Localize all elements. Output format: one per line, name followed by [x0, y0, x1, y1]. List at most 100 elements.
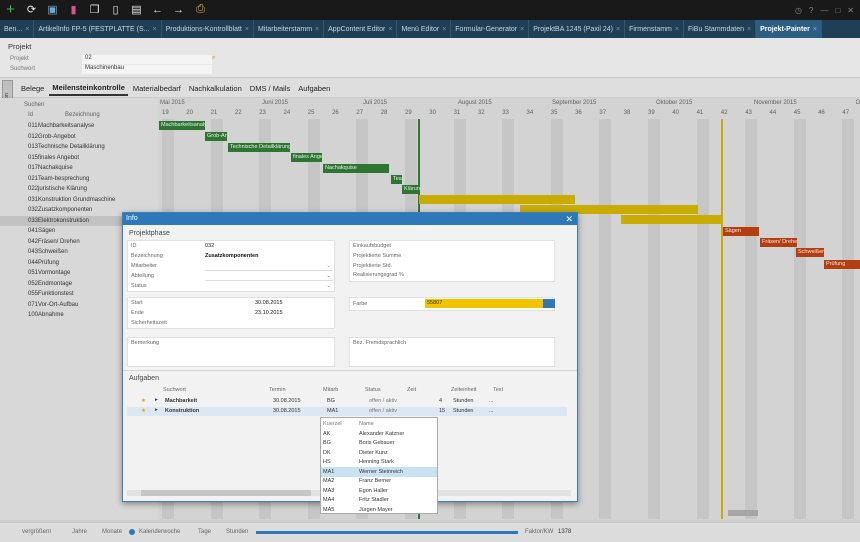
option-name: Jürgen Mayer — [359, 506, 393, 513]
dropdown-option[interactable]: HS Henning Stark — [321, 458, 437, 468]
close-icon[interactable]: ✕ — [565, 213, 573, 225]
col-employee[interactable]: Mitarb — [323, 387, 338, 393]
tab-close-icon[interactable]: × — [675, 26, 679, 33]
dropdown-option[interactable]: MA3 Egon Haller — [321, 486, 437, 496]
col-unit[interactable]: Zeiteinheit — [451, 387, 476, 393]
radio-calendar-week[interactable]: Kalenderwoche — [139, 529, 180, 535]
user-icon[interactable]: ◷ — [795, 6, 802, 15]
tab-label: Mitarbeiterstamm — [257, 25, 313, 33]
col-status[interactable]: Status — [365, 387, 381, 393]
color-picker-button[interactable] — [543, 299, 555, 308]
tab-close-icon[interactable]: × — [315, 26, 319, 33]
tab-item[interactable]: Produktions-Kontrollblatt × — [162, 20, 254, 38]
back-icon[interactable]: ← — [150, 2, 165, 17]
subtab-item[interactable]: Materialbedarf — [130, 82, 184, 95]
star-icon[interactable]: ★ — [141, 408, 146, 414]
subtab-item[interactable]: Meilensteinkontrolle — [49, 81, 128, 96]
star-icon[interactable]: ★ — [141, 398, 146, 404]
col-date[interactable]: Termin — [269, 387, 286, 393]
subtab-item[interactable]: Belege — [18, 82, 47, 95]
chevron-down-icon: ⌄ — [326, 273, 331, 279]
scrollbar-thumb[interactable] — [141, 490, 311, 496]
expand-icon[interactable]: ▸ — [155, 397, 158, 403]
tab-close-icon[interactable]: × — [245, 26, 249, 33]
print-icon[interactable]: ⎙ — [193, 2, 208, 17]
zoom-slider[interactable] — [256, 531, 518, 534]
add-icon[interactable]: + — [3, 1, 18, 18]
task-row[interactable]: ★ ▸ Konstruktion 30.08.2015 MA1 offen / aktiv… — [127, 407, 567, 416]
maximize-icon[interactable]: □ — [835, 6, 840, 15]
tab-close-icon[interactable]: × — [520, 26, 524, 33]
tab-item[interactable]: ProjektBA 1245 (Paxil 24) × — [529, 20, 626, 38]
tab-item[interactable]: Projekt-Painter × — [756, 20, 822, 38]
dropdown-option[interactable]: MA1 Werner Steinreich — [321, 467, 437, 477]
tab-close-icon[interactable]: × — [153, 26, 157, 33]
tab-item[interactable]: Menü Editor × — [397, 20, 452, 38]
tab-item[interactable]: Formular-Generator × — [451, 20, 530, 38]
dropdown-option[interactable]: AK Alexander Katzner — [321, 429, 437, 439]
search-field[interactable]: Maschinenbau — [82, 65, 212, 74]
zoom-in-label[interactable]: vergrößern — [22, 529, 51, 535]
radio-hours[interactable]: Stunden — [226, 529, 248, 535]
tab-close-icon[interactable]: × — [747, 26, 751, 33]
delete-icon[interactable]: ▮ — [66, 2, 81, 17]
end-field[interactable]: 23.10.2015 — [255, 310, 283, 316]
tab-item[interactable]: AppContent Editor × — [324, 20, 398, 38]
subtab-item[interactable]: Aufgaben — [295, 82, 333, 95]
tab-item[interactable]: Ben... × — [0, 20, 35, 38]
dropdown-option[interactable]: MA2 Franz Berner — [321, 477, 437, 487]
copy-icon[interactable]: ❐ — [87, 2, 102, 17]
col-text[interactable]: Text — [493, 387, 503, 393]
subtab-item[interactable]: Nachkalkulation — [186, 82, 245, 95]
emp-select[interactable]: ⌄ — [205, 263, 333, 271]
task-cell-text: ... — [489, 408, 494, 414]
radio-months[interactable]: Monate — [102, 529, 122, 535]
dropdown-option[interactable]: DK Dieter Kunz — [321, 448, 437, 458]
forward-icon[interactable]: → — [171, 2, 186, 17]
end-label: Ende — [131, 310, 144, 316]
project-field[interactable]: 02 — [82, 55, 212, 64]
dropdown-option[interactable]: MA4 Fritz Stadler — [321, 496, 437, 506]
col-keyword[interactable]: Suchwort — [163, 387, 186, 393]
option-short: MA4 — [323, 497, 335, 504]
option-short: MA1 — [323, 468, 335, 475]
desc-field[interactable]: Zusatzkomponenten — [205, 253, 258, 259]
paste-icon[interactable]: ▤ — [129, 2, 144, 17]
tab-item[interactable]: FiBu Stammdaten × — [684, 20, 757, 38]
col-time[interactable]: Zeit — [407, 387, 416, 393]
tab-item[interactable]: ArtikelInfo FP-5 (FESTPLATTE (S... × — [34, 20, 162, 38]
tab-item[interactable]: Mitarbeiterstamm × — [254, 20, 325, 38]
tab-label: Produktions-Kontrollblatt — [165, 25, 242, 33]
radio-selected-icon[interactable] — [129, 529, 135, 535]
subtab-item[interactable]: DMS / Mails — [247, 82, 293, 95]
id-field[interactable]: 032 — [205, 243, 214, 249]
tab-close-icon[interactable]: × — [813, 26, 817, 33]
expand-icon[interactable]: ▸ — [155, 407, 158, 413]
tab-label: Formular-Generator — [455, 25, 518, 33]
tab-close-icon[interactable]: × — [25, 26, 29, 33]
start-field[interactable]: 30.08.2015 — [255, 300, 283, 306]
task-cell-text: ... — [489, 398, 494, 404]
option-name: Alexander Katzner — [359, 430, 405, 437]
new-document-icon[interactable]: ▯ — [108, 2, 123, 17]
help-icon[interactable]: ? — [809, 6, 813, 15]
minimize-icon[interactable]: — — [820, 6, 828, 15]
tab-item[interactable]: Firmenstamm × — [625, 20, 684, 38]
task-row[interactable]: ★ ▸ Machbarkeit 30.08.2015 BG offen / aktiv 4 S… — [127, 397, 567, 406]
radio-days[interactable]: Tage — [198, 529, 211, 535]
tab-close-icon[interactable]: × — [616, 26, 620, 33]
search-icon[interactable]: ⌕ — [212, 55, 215, 62]
close-icon[interactable]: ✕ — [847, 6, 854, 15]
dropdown-option[interactable]: BG Boris Gebauer — [321, 439, 437, 449]
tab-close-icon[interactable]: × — [442, 26, 446, 33]
tab-close-icon[interactable]: × — [388, 26, 392, 33]
zoom-value[interactable]: 1378 — [558, 529, 571, 535]
refresh-icon[interactable]: ⟳ — [24, 2, 39, 17]
dropdown-option[interactable]: MA5 Jürgen Mayer — [321, 505, 437, 515]
color-field[interactable]: 55807 — [425, 299, 543, 308]
dept-select[interactable]: ⌄ — [205, 273, 333, 281]
save-icon[interactable]: ▣ — [45, 2, 60, 17]
status-select[interactable]: ⌄ — [205, 283, 333, 291]
radio-years[interactable]: Jahre — [72, 529, 87, 535]
tab-label: ProjektBA 1245 (Paxil 24) — [533, 25, 613, 33]
